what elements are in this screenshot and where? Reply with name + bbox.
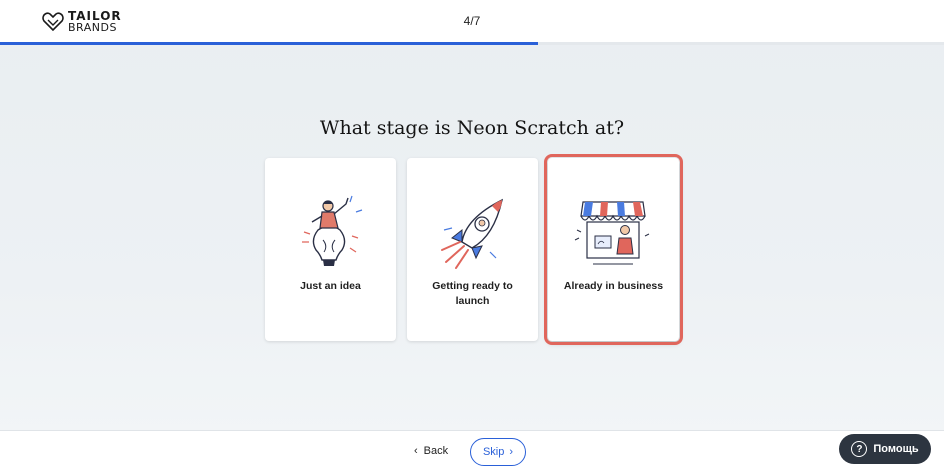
page-title: What stage is Neon Scratch at? [319,117,625,139]
progress-bar [0,42,944,45]
footer-nav: ‹ Back Skip › [0,430,944,473]
rocket-icon [441,198,504,269]
option-label: Already in business [563,280,664,292]
option-label: Getting ready to launch [432,280,513,307]
chevron-right-icon: › [509,446,514,458]
help-button-label: Помощь [873,443,919,455]
skip-button-label: Skip [482,446,505,458]
skip-button[interactable]: Skip › [470,438,526,466]
back-button[interactable]: ‹ Back [414,445,448,457]
back-button-label: Back [423,445,449,457]
option-label: Just an idea [300,280,361,292]
option-card-idea[interactable]: Just an idea [265,158,396,341]
lightbulb-person-icon [302,195,363,266]
storefront-icon [574,201,650,265]
option-card-business[interactable]: Already in business [544,154,683,345]
step-counter: 4/7 [463,14,481,28]
question-mark-icon: ? [851,441,868,457]
help-button[interactable]: ? Помощь [839,434,931,464]
top-bar: TAILOR BRANDS 4/7 [0,0,944,45]
option-card-launch[interactable]: Getting ready to launch [407,158,538,341]
progress-bar-fill [0,42,539,45]
chevron-left-icon: ‹ [414,445,418,457]
